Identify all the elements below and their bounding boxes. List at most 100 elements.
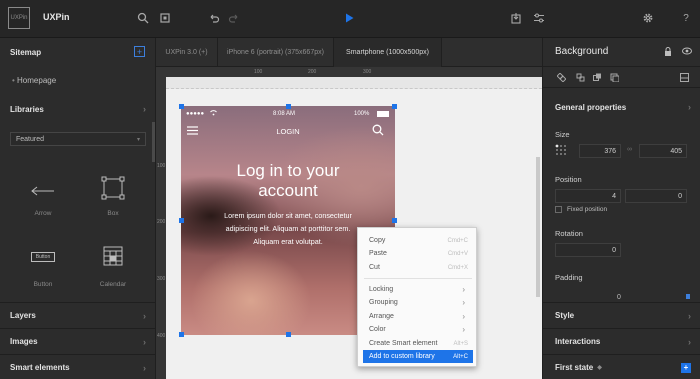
menu-item-label: Paste <box>369 250 387 257</box>
menu-shortcut: Cmd+X <box>447 264 468 271</box>
height-input[interactable]: 405 <box>639 144 687 158</box>
padding-value[interactable]: 0 <box>617 294 621 301</box>
chevron-right-icon: › <box>143 310 146 321</box>
design-canvas[interactable]: 100 200 300 100 200 300 400 ●●●●● 8:08 A… <box>156 67 542 379</box>
resize-handle[interactable] <box>179 218 184 223</box>
nav-title: LOGIN <box>276 127 300 136</box>
ruler-mark: 100 <box>157 163 166 169</box>
anchor-grid-icon[interactable] <box>555 144 567 158</box>
menu-divider <box>364 278 472 279</box>
calendar-icon <box>103 246 123 266</box>
rotation-input[interactable]: 0 <box>555 243 621 257</box>
chevron-right-icon: › <box>143 104 146 114</box>
menu-item-color[interactable]: Color › <box>358 323 478 336</box>
library-item-box[interactable]: Box <box>88 176 138 226</box>
smart-elements-section[interactable]: Smart elements › <box>0 354 156 379</box>
add-page-button[interactable]: + <box>134 46 145 57</box>
menu-item-arrange[interactable]: Arrange › <box>358 310 478 323</box>
phone-search-icon[interactable] <box>372 124 384 138</box>
resize-handle[interactable] <box>179 332 184 337</box>
help-icon[interactable]: ? <box>678 10 694 26</box>
tab-smartphone[interactable]: Smartphone (1000x500px) <box>334 38 442 67</box>
chevron-right-icon: › <box>688 310 691 321</box>
padding-handle[interactable] <box>686 294 690 299</box>
battery-icon <box>377 111 389 117</box>
library-select[interactable]: Featured ▾ <box>10 132 146 146</box>
duplicate-icon[interactable] <box>593 73 602 84</box>
section-label: First state <box>555 363 594 372</box>
rotation-label: Rotation <box>555 229 583 238</box>
button-preview: Button <box>31 252 55 262</box>
redo-icon[interactable] <box>226 10 242 26</box>
canvas-scrollbar[interactable] <box>536 157 540 297</box>
menu-item-cut[interactable]: Cut Cmd+X <box>358 261 478 274</box>
headline-line-2: account <box>258 181 318 200</box>
grid-layout-icon[interactable] <box>680 73 689 84</box>
library-select-value: Featured <box>16 135 45 143</box>
resize-handle[interactable] <box>286 332 291 337</box>
settings-sliders-icon[interactable] <box>531 10 547 26</box>
layers-section[interactable]: Layers › <box>0 302 156 328</box>
images-section[interactable]: Images › <box>0 328 156 354</box>
menu-item-copy[interactable]: Copy Cmd+C <box>358 234 478 247</box>
components-icon[interactable] <box>576 73 585 84</box>
section-label: Style <box>555 311 575 320</box>
menu-item-label: Grouping <box>369 299 398 306</box>
play-icon[interactable] <box>341 10 357 26</box>
lock-icon[interactable] <box>664 47 672 58</box>
wifi-icon <box>210 110 217 118</box>
chevron-right-icon: › <box>143 336 146 347</box>
ruler-mark: 300 <box>363 69 372 75</box>
menu-item-label: Copy <box>369 237 386 244</box>
tab-iphone6[interactable]: iPhone 6 (portrait) (375x667px) <box>218 38 334 67</box>
visibility-eye-icon[interactable] <box>682 47 692 57</box>
position-y-input[interactable]: 0 <box>625 189 687 203</box>
width-input[interactable]: 376 <box>579 144 621 158</box>
battery-percent: 100% <box>354 111 370 117</box>
left-panel: Sitemap + • Homepage Libraries › Featured… <box>0 38 156 379</box>
library-item-label: Calendar <box>99 281 127 288</box>
sitemap-page-homepage[interactable]: • Homepage <box>12 76 56 85</box>
ruler-mark: 200 <box>157 219 166 225</box>
position-x-input[interactable]: 4 <box>555 189 621 203</box>
menu-item-locking[interactable]: Locking › <box>358 283 478 296</box>
left-scrollbar[interactable] <box>152 122 155 162</box>
chevron-right-icon: › <box>462 312 465 321</box>
libraries-header[interactable]: Libraries › <box>0 96 156 122</box>
link-ratio-icon[interactable]: ∞ <box>627 146 632 153</box>
interactions-section[interactable]: Interactions › <box>543 328 700 354</box>
menu-shortcut: Alt+S <box>453 340 468 347</box>
menu-shortcut: Alt+C <box>453 353 468 360</box>
resize-handle[interactable] <box>286 104 291 109</box>
crop-icon[interactable] <box>157 10 173 26</box>
undo-icon[interactable] <box>206 10 222 26</box>
resize-handle[interactable] <box>179 104 184 109</box>
first-state-section[interactable]: First state ◆ + <box>543 354 700 379</box>
library-item-button[interactable]: Button Button <box>18 248 68 298</box>
library-item-calendar[interactable]: Calendar <box>88 244 138 298</box>
carrier-signal: ●●●●● <box>186 111 205 117</box>
resize-handle[interactable] <box>392 218 397 223</box>
gear-icon[interactable] <box>640 10 656 26</box>
menu-item-add-to-custom-library[interactable]: Add to custom library Alt+C <box>363 350 473 363</box>
menu-item-grouping[interactable]: Grouping › <box>358 296 478 309</box>
chevron-right-icon: › <box>462 285 465 294</box>
menu-item-create-smart-element[interactable]: Create Smart element Alt+S <box>358 337 478 350</box>
fixed-position-checkbox[interactable] <box>555 206 562 213</box>
ruler-mark: 200 <box>308 69 317 75</box>
menu-item-label: Add to custom library <box>369 353 435 360</box>
layers-stack-icon[interactable] <box>610 73 620 84</box>
style-section[interactable]: Style › <box>543 302 700 328</box>
ruler-mark: 100 <box>254 69 263 75</box>
tab-uxpin[interactable]: UXPin 3.0 (+) <box>156 38 218 67</box>
menu-item-paste[interactable]: Paste Cmd+V <box>358 247 478 260</box>
general-properties-header[interactable]: General properties › <box>543 94 700 120</box>
menu-item-label: Cut <box>369 264 380 271</box>
link-icon[interactable] <box>556 72 567 84</box>
search-icon[interactable] <box>135 10 151 26</box>
add-state-button[interactable]: + <box>681 362 691 373</box>
library-item-arrow[interactable]: Arrow <box>18 176 68 226</box>
chevron-right-icon: › <box>688 336 691 347</box>
export-icon[interactable] <box>508 10 524 26</box>
resize-handle[interactable] <box>392 104 397 109</box>
